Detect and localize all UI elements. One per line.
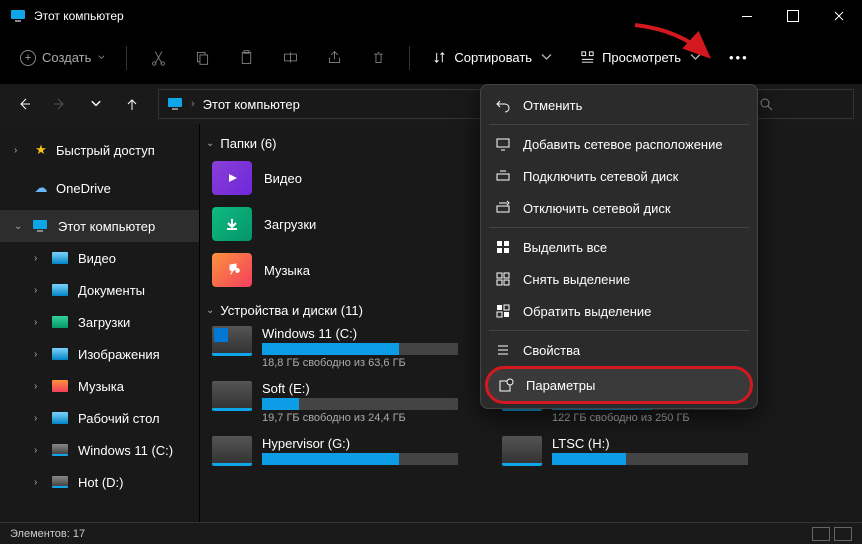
view-tiles-button[interactable]	[834, 527, 852, 541]
drive-name: Soft (E:)	[262, 381, 458, 396]
drive-item[interactable]: LTSC (H:)	[500, 432, 750, 471]
drive-free: 18,8 ГБ свободно из 63,6 ГБ	[262, 357, 458, 369]
context-menu: Отменить Добавить сетевое расположение П…	[480, 84, 758, 409]
sidebar-this-pc[interactable]: ⌄Этот компьютер	[0, 210, 199, 242]
chevron-down-icon	[688, 50, 703, 65]
sidebar-hot[interactable]: ›Hot (D:)	[0, 466, 199, 498]
cut-button[interactable]	[139, 40, 177, 76]
pc-icon	[10, 9, 26, 23]
drive-name: LTSC (H:)	[552, 436, 748, 451]
drive-bar	[552, 453, 748, 465]
drive-item[interactable]: Soft (E:) 19,7 ГБ свободно из 24,4 ГБ	[210, 377, 460, 428]
view-details-button[interactable]	[812, 527, 830, 541]
chevron-down-icon	[539, 50, 554, 65]
sidebar-downloads[interactable]: ›Загрузки	[0, 306, 199, 338]
ctx-select-all[interactable]: Выделить все	[485, 231, 753, 263]
window-title: Этот компьютер	[34, 9, 124, 23]
maximize-button[interactable]	[770, 0, 816, 32]
drive-bar	[262, 343, 458, 355]
sidebar-quick-access[interactable]: ›★Быстрый доступ	[0, 134, 199, 166]
drive-item[interactable]: Windows 11 (C:) 18,8 ГБ свободно из 63,6…	[210, 322, 460, 373]
minimize-button[interactable]	[724, 0, 770, 32]
sidebar-video[interactable]: ›Видео	[0, 242, 199, 274]
delete-button[interactable]	[359, 40, 397, 76]
sidebar-onedrive[interactable]: ☁OneDrive	[0, 172, 199, 204]
drive-name: Windows 11 (C:)	[262, 326, 458, 341]
ctx-invert-selection[interactable]: Обратить выделение	[485, 295, 753, 327]
address-text: Этот компьютер	[203, 97, 300, 112]
ctx-add-network[interactable]: Добавить сетевое расположение	[485, 128, 753, 160]
drive-item[interactable]: Hypervisor (G:)	[210, 432, 460, 471]
drive-icon	[212, 381, 252, 411]
chevron-right-icon: ›	[191, 98, 195, 110]
sidebar: ›★Быстрый доступ ☁OneDrive ⌄Этот компьют…	[0, 124, 200, 522]
drive-name: Hypervisor (G:)	[262, 436, 458, 451]
sort-button[interactable]: Сортировать	[422, 44, 564, 71]
ctx-unmap-drive[interactable]: Отключить сетевой диск	[485, 192, 753, 224]
view-button[interactable]: Просмотреть	[570, 44, 713, 71]
recent-button[interactable]	[80, 88, 112, 120]
sidebar-win11[interactable]: ›Windows 11 (C:)	[0, 434, 199, 466]
sort-label: Сортировать	[454, 50, 532, 65]
view-label: Просмотреть	[602, 50, 681, 65]
ctx-map-drive[interactable]: Подключить сетевой диск	[485, 160, 753, 192]
share-button[interactable]	[315, 40, 353, 76]
search-icon	[759, 97, 773, 111]
drive-icon	[212, 326, 252, 356]
copy-button[interactable]	[183, 40, 221, 76]
drive-icon	[212, 436, 252, 466]
close-button[interactable]	[816, 0, 862, 32]
sidebar-documents[interactable]: ›Документы	[0, 274, 199, 306]
drive-free: 122 ГБ свободно из 250 ГБ	[552, 412, 748, 424]
sidebar-music[interactable]: ›Музыка	[0, 370, 199, 402]
sidebar-desktop[interactable]: ›Рабочий стол	[0, 402, 199, 434]
statusbar: Элементов: 17	[0, 522, 862, 544]
ctx-undo[interactable]: Отменить	[485, 89, 753, 121]
titlebar: Этот компьютер	[0, 0, 862, 32]
rename-button[interactable]	[271, 40, 309, 76]
create-label: Создать	[42, 50, 91, 65]
pc-icon	[167, 97, 183, 111]
toolbar: + Создать Сортировать Просмотреть •••	[0, 32, 862, 84]
search-input[interactable]	[750, 89, 854, 119]
plus-icon: +	[20, 50, 36, 66]
drive-bar	[262, 398, 458, 410]
status-elements: Элементов: 17	[10, 528, 85, 540]
ctx-options[interactable]: Параметры	[485, 366, 753, 404]
drive-bar	[262, 453, 458, 465]
create-button[interactable]: + Создать	[12, 46, 114, 70]
ctx-properties[interactable]: Свойства	[485, 334, 753, 366]
back-button[interactable]	[8, 88, 40, 120]
up-button[interactable]	[116, 88, 148, 120]
view-icon	[580, 50, 595, 65]
paste-button[interactable]	[227, 40, 265, 76]
forward-button[interactable]	[44, 88, 76, 120]
more-button[interactable]: •••	[719, 44, 759, 71]
drive-icon	[502, 436, 542, 466]
sort-icon	[432, 50, 447, 65]
ctx-select-none[interactable]: Снять выделение	[485, 263, 753, 295]
chevron-down-icon	[97, 53, 106, 62]
drive-free: 19,7 ГБ свободно из 24,4 ГБ	[262, 412, 458, 424]
sidebar-pictures[interactable]: ›Изображения	[0, 338, 199, 370]
